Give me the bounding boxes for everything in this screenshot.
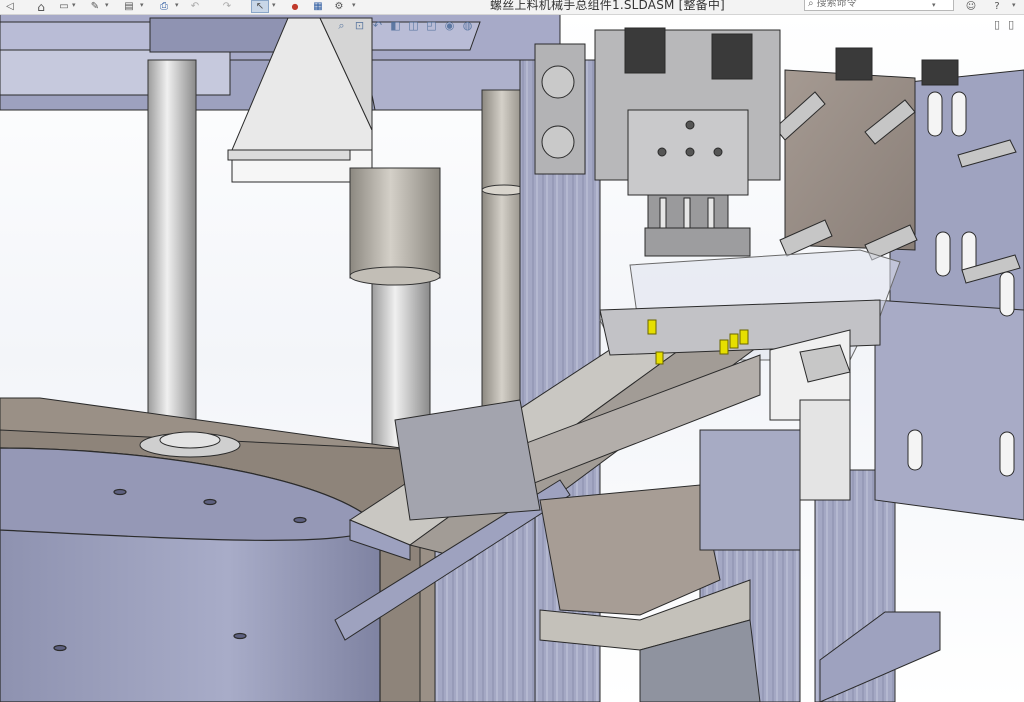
- display-style-icon[interactable]: ◰: [424, 18, 439, 33]
- document-title: 螺丝上料机械手总组件1.SLDASM [整备中]: [490, 0, 725, 12]
- restore-icon[interactable]: ▯: [1008, 18, 1014, 31]
- appearance-icon[interactable]: ◍: [460, 18, 475, 33]
- new-document-icon[interactable]: ▭: [58, 0, 70, 13]
- solidworks-logo-icon[interactable]: ◁: [4, 0, 16, 13]
- graphics-viewport[interactable]: [0, 14, 1024, 702]
- hide-show-items-icon[interactable]: ◉: [442, 18, 457, 33]
- options-gear-icon[interactable]: ⚙: [332, 0, 346, 13]
- view-orientation-icon[interactable]: ◫: [406, 18, 421, 33]
- select-icon[interactable]: ↖: [251, 0, 269, 13]
- window-mini-controls: ▯ ▯: [994, 18, 1014, 31]
- heads-up-view-toolbar: ⌕ ⊡ ↶ ◧ ◫ ◰ ◉ ◍: [334, 18, 475, 36]
- file-properties-icon[interactable]: ▦: [311, 0, 325, 13]
- previous-view-icon[interactable]: ↶: [370, 18, 385, 33]
- traffic-light-icon[interactable]: ●: [290, 0, 300, 13]
- open-document-icon[interactable]: ✎: [88, 0, 102, 13]
- search-input[interactable]: [816, 0, 927, 9]
- section-view-icon[interactable]: ◧: [388, 18, 403, 33]
- print-icon[interactable]: ⎙: [156, 0, 172, 13]
- save-icon[interactable]: ▤: [122, 0, 136, 13]
- help-icon[interactable]: ?: [990, 0, 1004, 13]
- home-icon[interactable]: ⌂: [34, 0, 48, 13]
- chevron-down-icon[interactable]: ▾: [352, 1, 358, 11]
- zoom-area-icon[interactable]: ⊡: [352, 18, 367, 33]
- chevron-down-icon[interactable]: ▾: [72, 1, 78, 11]
- chevron-down-icon[interactable]: ▾: [272, 1, 278, 11]
- chevron-down-icon[interactable]: ▾: [105, 1, 111, 11]
- collapse-icon[interactable]: ▯: [994, 18, 1000, 31]
- assembly-model[interactable]: [0, 14, 1024, 702]
- chevron-down-icon[interactable]: ▾: [175, 1, 181, 11]
- chevron-down-icon[interactable]: ▾: [932, 1, 938, 11]
- chevron-down-icon[interactable]: ▾: [1012, 1, 1018, 11]
- zoom-to-fit-icon[interactable]: ⌕: [334, 18, 349, 33]
- search-icon: ⌕: [808, 0, 814, 9]
- undo-icon[interactable]: ↶: [188, 0, 202, 13]
- user-icon[interactable]: ☺: [964, 0, 978, 13]
- title-bar: ◁ ⌂ ▭ ▾ ✎ ▾ ▤ ▾ ⎙ ▾ ↶ ↷ ↖ ▾ ● ▦ ⚙ ▾ 螺丝上料…: [0, 0, 1024, 15]
- chevron-down-icon[interactable]: ▾: [140, 1, 146, 11]
- redo-icon[interactable]: ↷: [220, 0, 234, 13]
